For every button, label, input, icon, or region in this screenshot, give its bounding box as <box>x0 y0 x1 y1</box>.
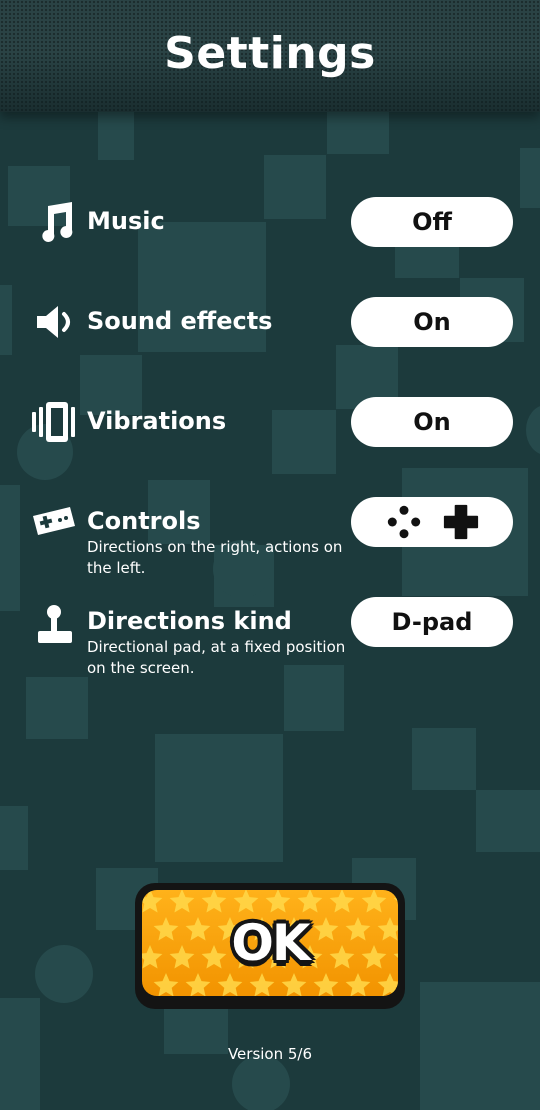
setting-row-sound-effects: Sound effects On <box>0 297 540 387</box>
page-title: Settings <box>164 28 376 79</box>
buttons-icon <box>387 505 420 539</box>
ok-button-label: OK <box>231 914 310 972</box>
setting-label-directions-kind: Directions kind <box>87 607 292 635</box>
vibrations-toggle-button[interactable]: On <box>351 397 513 447</box>
setting-row-directions-kind: Directions kind Directional pad, at a fi… <box>0 597 540 687</box>
music-note-icon <box>34 200 78 244</box>
setting-description-controls: Directions on the right, actions on the … <box>87 538 343 577</box>
joystick-icon <box>34 603 78 647</box>
setting-description-directions-kind: Directional pad, at a fixed position on … <box>87 638 346 677</box>
setting-label-controls: Controls <box>87 507 201 535</box>
dpad-icon <box>443 504 478 540</box>
setting-row-vibrations: Vibrations On <box>0 397 540 487</box>
setting-label-sound-effects: Sound effects <box>87 307 273 335</box>
setting-label-vibrations: Vibrations <box>87 407 227 435</box>
ok-button[interactable]: OK <box>135 883 405 1009</box>
music-toggle-button[interactable]: Off <box>351 197 513 247</box>
sound-effects-toggle-button[interactable]: On <box>351 297 513 347</box>
gamepad-icon <box>32 500 76 544</box>
setting-row-controls: Controls Directions on the right, action… <box>0 497 540 587</box>
vibration-icon <box>32 400 76 444</box>
setting-row-music: Music Off <box>0 197 540 287</box>
setting-label-music: Music <box>87 207 165 235</box>
speaker-icon <box>34 300 78 344</box>
directions-kind-button[interactable]: D-pad <box>351 597 513 647</box>
ok-button-face: OK <box>142 890 398 996</box>
version-label: Version 5/6 <box>227 1045 313 1063</box>
controls-toggle-button[interactable] <box>351 497 513 547</box>
